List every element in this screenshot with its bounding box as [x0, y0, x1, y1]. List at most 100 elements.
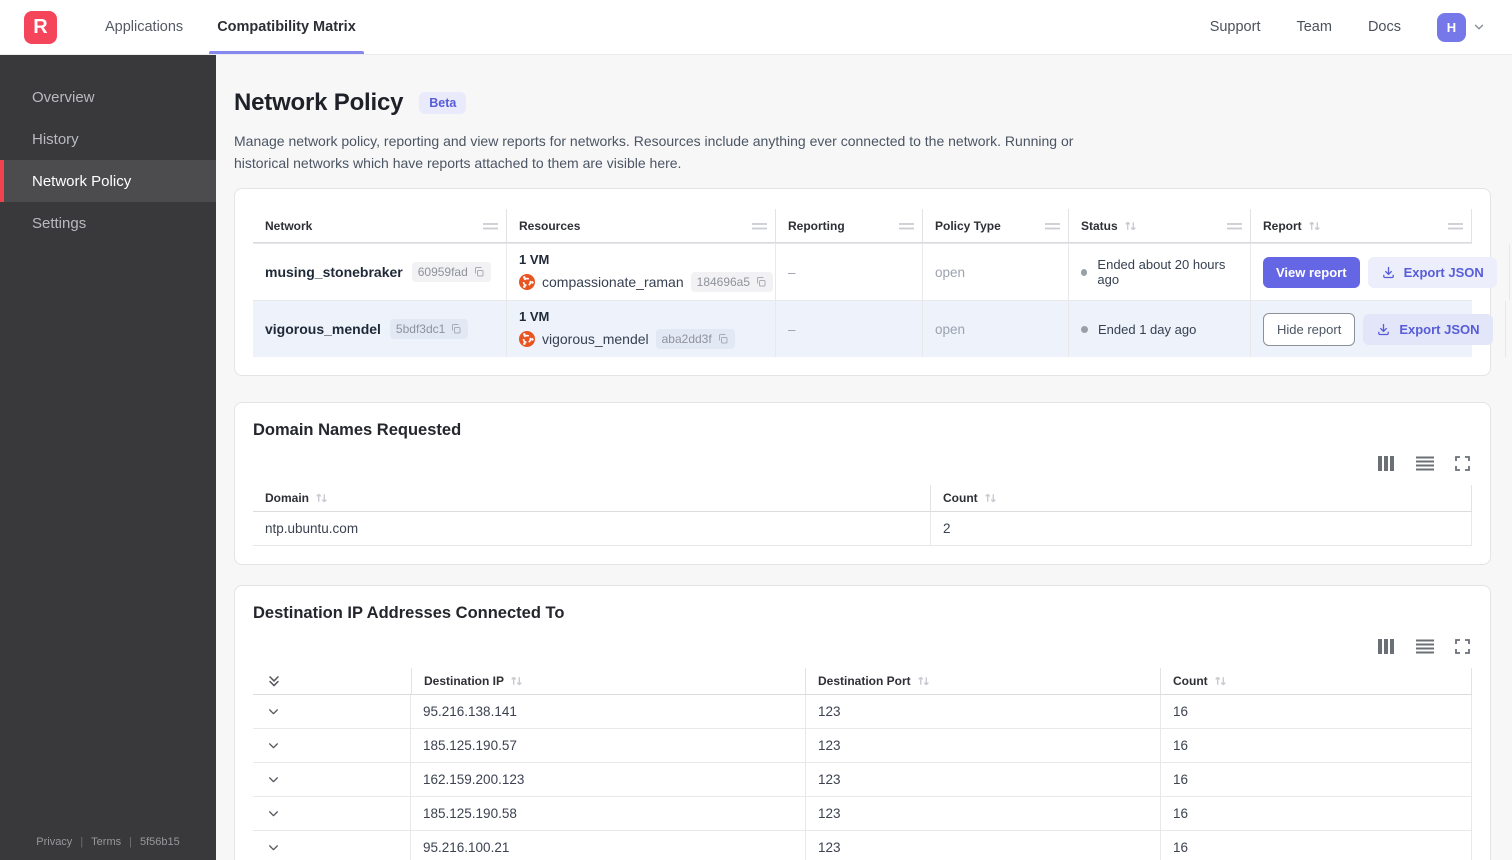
sort-icon[interactable] — [917, 675, 930, 687]
sort-icon[interactable] — [1308, 220, 1321, 232]
vm-id-badge[interactable]: 184696a5 — [690, 272, 774, 293]
column-label: Resources — [519, 218, 581, 233]
sidebar-item-network-policy[interactable]: Network Policy — [0, 160, 216, 202]
tab-applications[interactable]: Applications — [105, 0, 183, 54]
primary-tabs: Applications Compatibility Matrix — [105, 0, 364, 54]
vm-count: 1 VM — [519, 252, 550, 268]
column-header-status[interactable]: Status — [1069, 209, 1251, 243]
column-label: Destination IP — [424, 674, 505, 689]
column-label: Count — [1173, 674, 1208, 689]
expand-row-button[interactable] — [253, 763, 411, 797]
network-name-cell: vigorous_mendel 5bdf3dc1 — [253, 301, 507, 358]
domains-table: Domain Count ntp.ubuntu.com 2 — [253, 485, 1472, 547]
sort-icon[interactable] — [1214, 675, 1227, 687]
columns-icon[interactable] — [1378, 456, 1395, 472]
sort-icon[interactable] — [510, 675, 523, 687]
network-id-badge[interactable]: 5bdf3dc1 — [389, 319, 469, 340]
network-name: vigorous_mendel — [265, 321, 381, 338]
column-header-count[interactable]: Count — [931, 485, 1472, 512]
resize-handle-icon[interactable] — [899, 222, 914, 230]
column-header-destination-port[interactable]: Destination Port — [806, 668, 1161, 695]
destination-row: 162.159.200.123 123 16 — [253, 763, 1472, 798]
columns-icon[interactable] — [1378, 639, 1395, 655]
domains-card: Domain Names Requested Domain Count ntp.… — [234, 402, 1491, 566]
column-header-resources[interactable]: Resources — [507, 209, 776, 243]
nav-link-support[interactable]: Support — [1210, 19, 1261, 35]
expand-row-button[interactable] — [253, 695, 411, 729]
chevron-down-icon[interactable] — [267, 739, 280, 752]
resize-handle-icon[interactable] — [1227, 222, 1242, 230]
nav-link-team[interactable]: Team — [1296, 19, 1331, 35]
double-chevron-down-icon[interactable] — [267, 674, 281, 689]
expand-icon[interactable] — [1455, 456, 1470, 472]
avatar[interactable]: H — [1437, 12, 1466, 42]
ubuntu-icon — [519, 331, 535, 348]
chevron-down-icon[interactable] — [1472, 20, 1486, 34]
column-header-domain[interactable]: Domain — [253, 485, 931, 512]
column-header-policy-type[interactable]: Policy Type — [923, 209, 1069, 243]
export-json-button[interactable]: Export JSON — [1363, 313, 1493, 345]
sort-icon[interactable] — [1124, 220, 1137, 232]
column-header-network[interactable]: Network — [253, 209, 507, 243]
column-header-reporting[interactable]: Reporting — [776, 209, 923, 243]
chevron-down-icon[interactable] — [267, 705, 280, 718]
expand-icon[interactable] — [1455, 639, 1470, 655]
column-header-report[interactable]: Report — [1251, 209, 1472, 243]
privacy-link[interactable]: Privacy — [36, 836, 72, 848]
view-report-button[interactable]: View report — [1263, 256, 1360, 288]
hide-report-button[interactable]: Hide report — [1263, 312, 1356, 346]
network-id: 5bdf3dc1 — [395, 322, 446, 337]
table-toolbar — [253, 456, 1470, 472]
sort-icon[interactable] — [315, 492, 328, 504]
footer-divider: | — [129, 836, 132, 848]
destination-port-cell: 123 — [806, 729, 1161, 763]
status-text: Ended about 20 hours ago — [1097, 257, 1226, 288]
status-cell: Ended 1 day ago — [1069, 301, 1251, 358]
export-json-button[interactable]: Export JSON — [1367, 256, 1497, 288]
vm-id-badge[interactable]: aba2dd3f — [655, 329, 735, 350]
expand-row-button[interactable] — [253, 797, 411, 831]
column-label: Network — [265, 218, 313, 233]
resize-handle-icon[interactable] — [1045, 222, 1060, 230]
sidebar-item-overview[interactable]: Overview — [0, 76, 216, 118]
chevron-down-icon[interactable] — [267, 773, 280, 786]
resize-handle-icon[interactable] — [1448, 222, 1463, 230]
rows-icon[interactable] — [1416, 639, 1434, 654]
column-header-count[interactable]: Count — [1161, 668, 1472, 695]
expand-all-rows-button[interactable] — [253, 668, 411, 694]
sidebar-item-settings[interactable]: Settings — [0, 202, 216, 244]
sort-icon[interactable] — [984, 492, 997, 504]
network-id-badge[interactable]: 60959fad — [411, 262, 491, 283]
download-icon — [1381, 265, 1396, 280]
status-text: Ended 1 day ago — [1098, 321, 1197, 337]
ubuntu-icon — [519, 274, 535, 291]
app-logo[interactable]: R — [24, 10, 57, 44]
export-json-label: Export JSON — [1403, 264, 1484, 280]
terms-link[interactable]: Terms — [91, 836, 121, 848]
chevron-down-icon[interactable] — [267, 841, 280, 854]
expand-row-button[interactable] — [253, 831, 411, 860]
nav-link-docs[interactable]: Docs — [1368, 19, 1401, 35]
copy-icon[interactable] — [473, 266, 485, 278]
column-label: Report — [1263, 218, 1302, 233]
expand-row-button[interactable] — [253, 729, 411, 763]
sidebar-item-history[interactable]: History — [0, 118, 216, 160]
column-header-destination-ip[interactable]: Destination IP — [411, 668, 806, 695]
vm-count: 1 VM — [519, 309, 550, 325]
destinations-table-header: Destination IP Destination Port Count — [253, 668, 1472, 696]
build-hash: 5f56b15 — [139, 836, 180, 848]
rows-icon[interactable] — [1416, 456, 1434, 471]
destination-row: 95.216.138.141 123 16 — [253, 695, 1472, 730]
resize-handle-icon[interactable] — [752, 222, 767, 230]
copy-icon[interactable] — [755, 276, 767, 288]
chevron-down-icon[interactable] — [267, 807, 280, 820]
domains-card-title: Domain Names Requested — [253, 421, 462, 440]
destinations-table: Destination IP Destination Port Count 95… — [253, 668, 1472, 860]
network-row: vigorous_mendel 5bdf3dc1 1 VM vigorous_m… — [253, 300, 1506, 358]
copy-icon[interactable] — [450, 323, 462, 335]
copy-icon[interactable] — [717, 333, 729, 345]
tab-compatibility-matrix[interactable]: Compatibility Matrix — [209, 0, 364, 54]
user-menu[interactable]: H — [1437, 12, 1486, 42]
network-row: musing_stonebraker 60959fad 1 VM compass… — [253, 243, 1510, 301]
resize-handle-icon[interactable] — [483, 222, 498, 230]
